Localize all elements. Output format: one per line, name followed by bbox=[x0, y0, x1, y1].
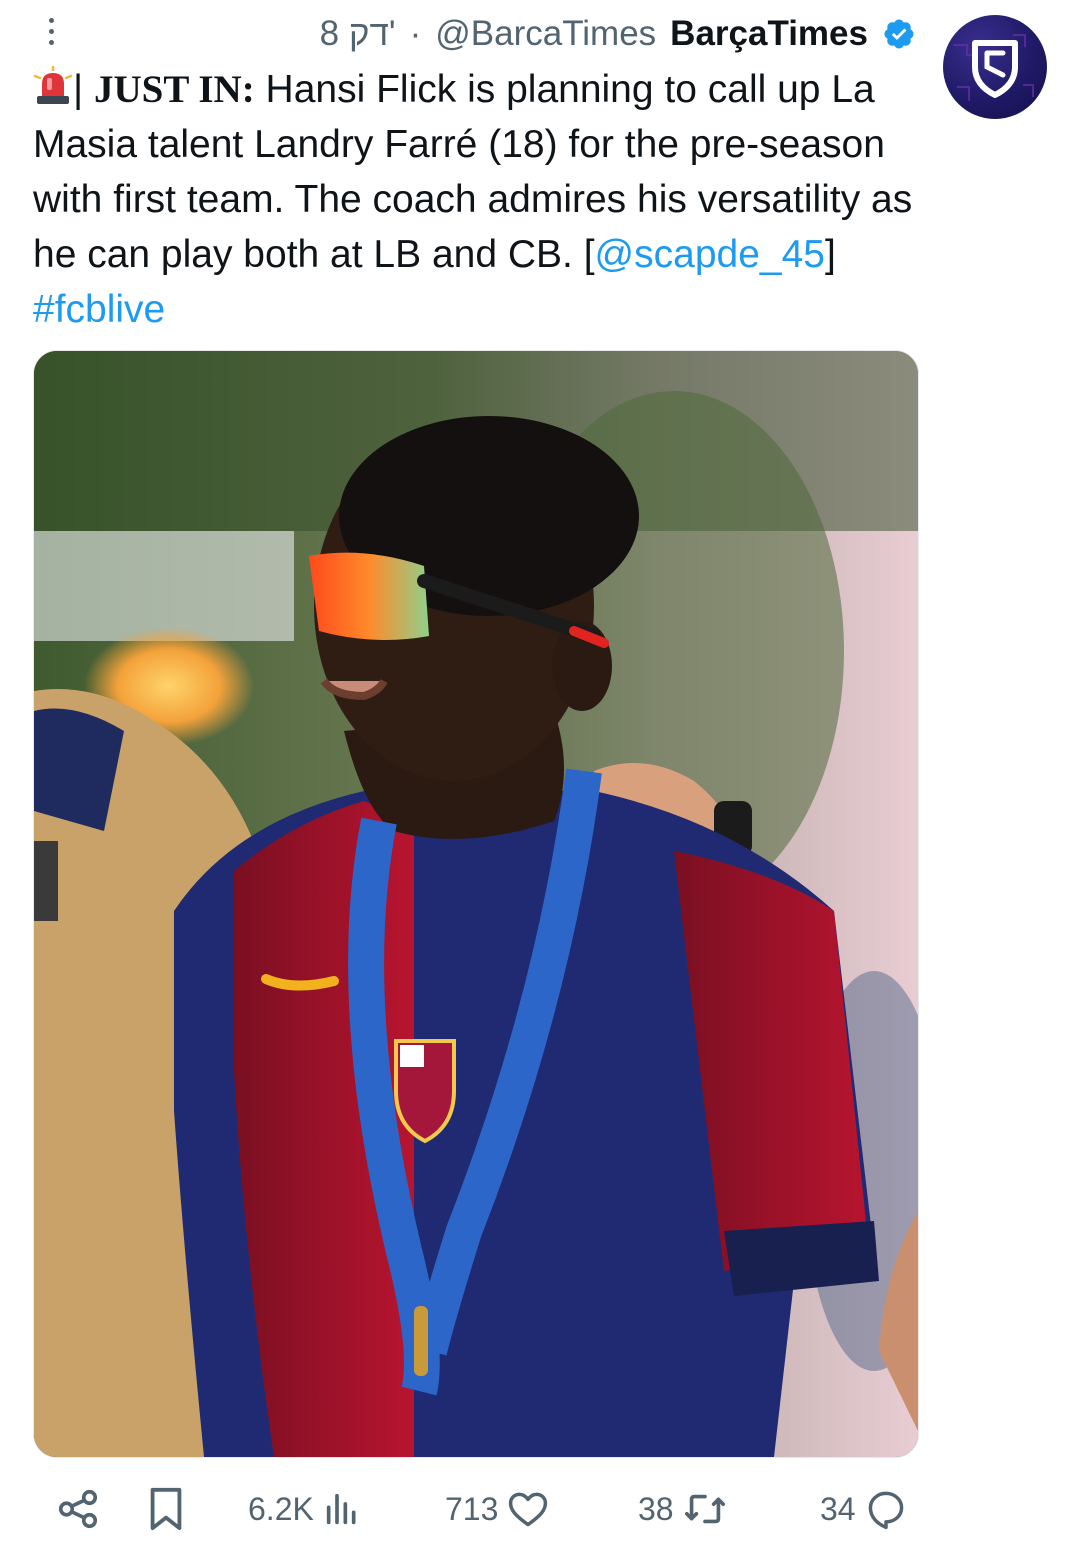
tweet-prefix: | bbox=[73, 68, 94, 111]
police-light-icon bbox=[33, 66, 73, 104]
heart-icon bbox=[509, 1492, 548, 1527]
player-photo-illustration bbox=[34, 351, 918, 1457]
verified-badge-icon bbox=[884, 19, 914, 49]
share-button[interactable] bbox=[55, 1476, 101, 1542]
author-handle[interactable]: @BarcaTimes bbox=[435, 14, 656, 54]
likes-count: 713 bbox=[445, 1490, 499, 1527]
reply-icon bbox=[868, 1491, 903, 1530]
views-button[interactable]: 6.2K bbox=[248, 1476, 362, 1542]
tweet-time[interactable]: 8 דק' bbox=[320, 14, 396, 54]
share-icon bbox=[58, 1489, 98, 1529]
bookmark-icon bbox=[150, 1487, 182, 1531]
author-name[interactable]: BarçaTimes bbox=[670, 14, 868, 54]
tweet-after-mention: ] bbox=[824, 233, 836, 276]
retweets-count: 38 bbox=[638, 1490, 674, 1527]
tweet-photo[interactable] bbox=[33, 350, 919, 1458]
replies-count: 34 bbox=[820, 1490, 856, 1527]
hashtag-link[interactable]: #fcblive bbox=[33, 288, 165, 331]
mention-link[interactable]: @scapde_45 bbox=[595, 233, 825, 276]
bookmark-button[interactable] bbox=[145, 1476, 187, 1542]
tweet-header: 8 דק' · @BarcaTimes BarçaTimes bbox=[320, 12, 916, 56]
views-chart-icon bbox=[326, 1493, 356, 1525]
author-avatar[interactable] bbox=[943, 15, 1047, 119]
header-separator: · bbox=[409, 14, 422, 53]
retweet-icon bbox=[684, 1494, 725, 1524]
retweet-button[interactable]: 38 bbox=[638, 1476, 728, 1542]
more-options-icon[interactable] bbox=[47, 18, 57, 51]
tweet-text: | JUST IN: Hansi Flick is planning to ca… bbox=[33, 62, 913, 337]
tweet-action-bar: 6.2K 713 38 34 bbox=[0, 1476, 1080, 1542]
barcatimes-shield-logo bbox=[953, 34, 1034, 101]
views-count: 6.2K bbox=[248, 1490, 314, 1527]
reply-button[interactable]: 34 bbox=[820, 1476, 908, 1542]
like-button[interactable]: 713 bbox=[445, 1476, 550, 1542]
tweet-bold-label: JUST IN: bbox=[93, 68, 255, 111]
